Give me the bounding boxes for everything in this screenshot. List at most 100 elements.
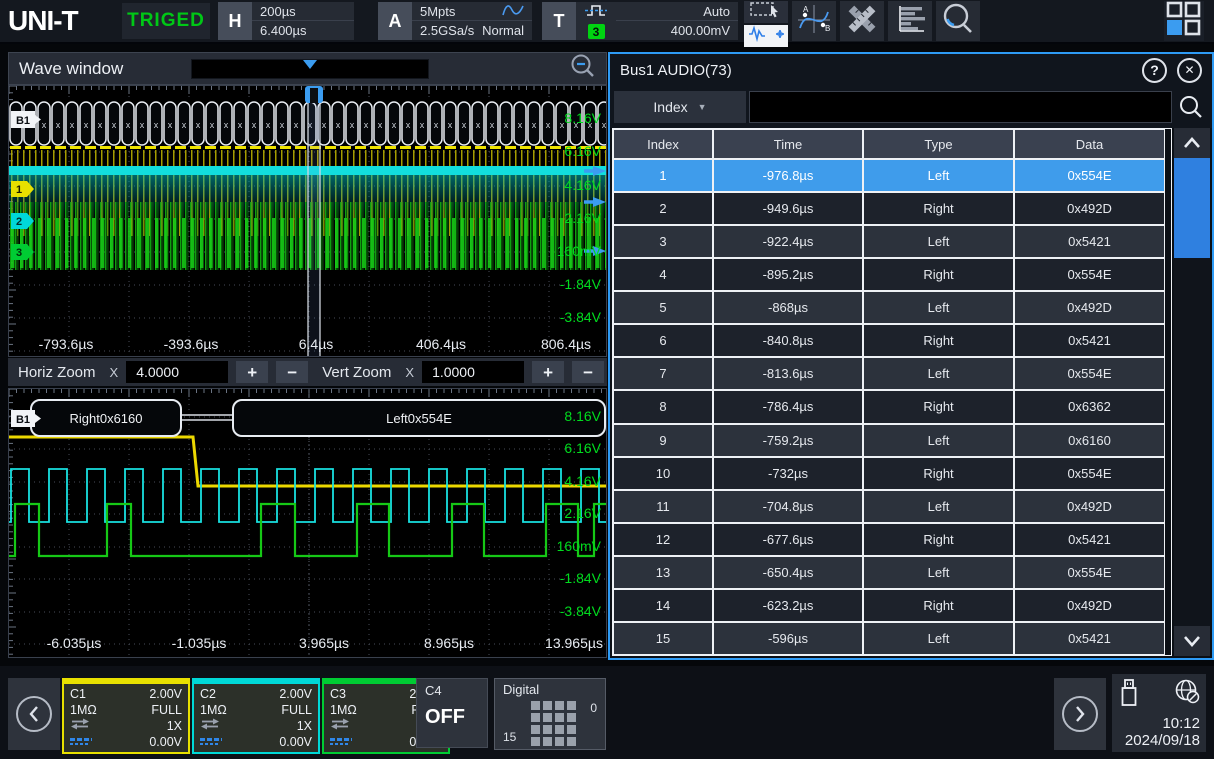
scrollbar-thumb[interactable] — [1174, 158, 1210, 258]
horiz-zoom-minus-button[interactable]: − — [276, 361, 308, 383]
acquire-mode: Normal — [482, 23, 524, 38]
channel-card-c1[interactable]: C12.00V1MΩFULL1X0.00V — [62, 678, 190, 754]
horiz-zoom-value[interactable]: 4.0000 — [126, 361, 228, 383]
scroll-up-button[interactable] — [1174, 128, 1210, 158]
trigger-sweep: Auto — [703, 4, 730, 19]
scrollbar-track[interactable] — [1174, 158, 1210, 626]
cell-time: -623.2µs — [713, 589, 863, 622]
time-label: -1.035µs — [172, 635, 227, 651]
col-index[interactable]: Index — [613, 129, 713, 159]
top-toolbar: UNI-T TRIGED H 200µs 6.400µs A 5Mpts 2.5… — [0, 0, 1214, 44]
table-row[interactable]: 11-704.8µsLeft0x492D — [613, 490, 1171, 523]
cell-data: 0x554E — [1014, 159, 1165, 192]
table-search-row: Index ▼ — [610, 86, 1212, 128]
vert-zoom-value[interactable]: 1.0000 — [422, 361, 524, 383]
channel-cards: C12.00V1MΩFULL1X0.00VC22.00V1MΩFULL1X0.0… — [62, 678, 450, 754]
prev-channels-button[interactable] — [8, 678, 60, 750]
next-panel-button[interactable] — [1054, 678, 1106, 750]
trigger-edge-icon — [584, 3, 608, 23]
close-icon[interactable]: ✕ — [1177, 58, 1202, 83]
search-button[interactable] — [1172, 91, 1210, 123]
search-input[interactable] — [749, 91, 1172, 123]
horizontal-settings-button[interactable]: H 200µs 6.400µs — [218, 2, 354, 40]
acquire-key: A — [378, 2, 412, 40]
table-row[interactable]: 5-868µsLeft0x492D — [613, 291, 1171, 324]
channel-name: C1 — [70, 687, 86, 701]
trigger-status-badge: TRIGED — [122, 3, 210, 39]
measure-button[interactable] — [840, 1, 884, 41]
zoom-out-icon[interactable] — [570, 53, 596, 84]
table-row[interactable]: 13-650.4µsLeft0x554E — [613, 556, 1171, 589]
cell-index: 11 — [613, 490, 713, 523]
table-row[interactable]: 2-949.6µsRight0x492D — [613, 192, 1171, 225]
zoom-controls-bar: Horiz Zoom X 4.0000 + − Vert Zoom X 1.00… — [8, 358, 607, 386]
cell-index: 1 — [613, 159, 713, 192]
col-type[interactable]: Type — [863, 129, 1014, 159]
digital-bit-square — [567, 725, 576, 734]
channel-bandwidth: FULL — [281, 703, 312, 717]
voltage-label: 6.16V — [564, 144, 601, 159]
cell-index: 15 — [613, 622, 713, 655]
wave-window-panel: Wave window x — [8, 52, 607, 357]
channel-card-c2[interactable]: C22.00V1MΩFULL1X0.00V — [192, 678, 320, 754]
voltage-label: -3.84V — [560, 310, 601, 325]
histogram-icon — [893, 4, 927, 39]
time-label: 6.4µs — [299, 336, 334, 352]
filter-dropdown[interactable]: Index ▼ — [614, 91, 746, 123]
window-layout-button[interactable] — [1164, 1, 1204, 41]
decode-table: Index Time Type Data 1-976.8µsLeft0x554E… — [612, 128, 1172, 656]
time-label: -393.6µs — [164, 336, 219, 352]
svg-text:B1: B1 — [16, 115, 30, 127]
cell-type: Left — [863, 424, 1014, 457]
table-row[interactable]: 4-895.2µsRight0x554E — [613, 258, 1171, 291]
channel-scale: 2.00V — [149, 687, 182, 701]
vert-zoom-label: Vert Zoom — [322, 364, 391, 381]
table-row[interactable]: 6-840.8µsRight0x5421 — [613, 324, 1171, 357]
ab-cursor-button[interactable]: AB — [792, 1, 836, 41]
timebase-value: 200µs — [260, 4, 296, 19]
table-row[interactable]: 9-759.2µsLeft0x6160 — [613, 424, 1171, 457]
cell-type: Left — [863, 357, 1014, 390]
table-row[interactable]: 7-813.6µsLeft0x554E — [613, 357, 1171, 390]
voltage-label: 8.16V — [564, 409, 601, 424]
table-row[interactable]: 8-786.4µsRight0x6362 — [613, 390, 1171, 423]
channel4-card[interactable]: C4 OFF — [416, 678, 488, 748]
clock-date: 2024/09/18 — [1118, 732, 1200, 749]
digital-card[interactable]: Digital 0 15 — [494, 678, 606, 750]
acquire-settings-button[interactable]: A 5Mpts 2.5GSa/s Normal — [378, 2, 532, 40]
zoom-waveform-area[interactable]: Right0x6160 Left0x554E B1 8.16V6.16V4.16… — [8, 388, 607, 658]
table-row[interactable]: 10-732µsRight0x554E — [613, 457, 1171, 490]
wave-move-button[interactable] — [744, 25, 788, 47]
histogram-button[interactable] — [888, 1, 932, 41]
vert-zoom-minus-button[interactable]: − — [572, 361, 604, 383]
offset-level-icon — [200, 738, 222, 746]
horiz-zoom-plus-button[interactable]: + — [236, 361, 268, 383]
trigger-settings-button[interactable]: T 3 Auto 400.00mV — [542, 2, 738, 40]
help-icon[interactable]: ? — [1142, 58, 1167, 83]
channel-color-strip — [64, 680, 188, 684]
table-row[interactable]: 15-596µsLeft0x5421 — [613, 622, 1171, 655]
wave-position-minimap[interactable] — [191, 59, 429, 79]
select-region-button[interactable] — [744, 1, 788, 23]
svg-text:2: 2 — [16, 216, 22, 228]
vert-zoom-plus-button[interactable]: + — [532, 361, 564, 383]
channel4-name: C4 — [425, 683, 479, 698]
cell-index: 12 — [613, 523, 713, 556]
channel4-state: OFF — [425, 706, 479, 729]
bus-panel-title: Bus1 AUDIO(73) — [620, 62, 732, 79]
table-row[interactable]: 14-623.2µsRight0x492D — [613, 589, 1171, 622]
trigger-key: T — [542, 2, 576, 40]
table-row[interactable]: 1-976.8µsLeft0x554E — [613, 159, 1171, 192]
minimap-marker[interactable] — [303, 60, 317, 69]
col-time[interactable]: Time — [713, 129, 863, 159]
main-waveform-area[interactable]: x — [8, 85, 607, 357]
wave-move-icon — [747, 25, 785, 47]
digital-bit-square — [531, 725, 540, 734]
search-tool-button[interactable] — [936, 1, 980, 41]
cell-type: Left — [863, 556, 1014, 589]
col-data[interactable]: Data — [1014, 129, 1165, 159]
scroll-down-button[interactable] — [1174, 626, 1210, 656]
table-row[interactable]: 12-677.6µsRight0x5421 — [613, 523, 1171, 556]
ch1-trace — [9, 437, 606, 486]
table-row[interactable]: 3-922.4µsLeft0x5421 — [613, 225, 1171, 258]
